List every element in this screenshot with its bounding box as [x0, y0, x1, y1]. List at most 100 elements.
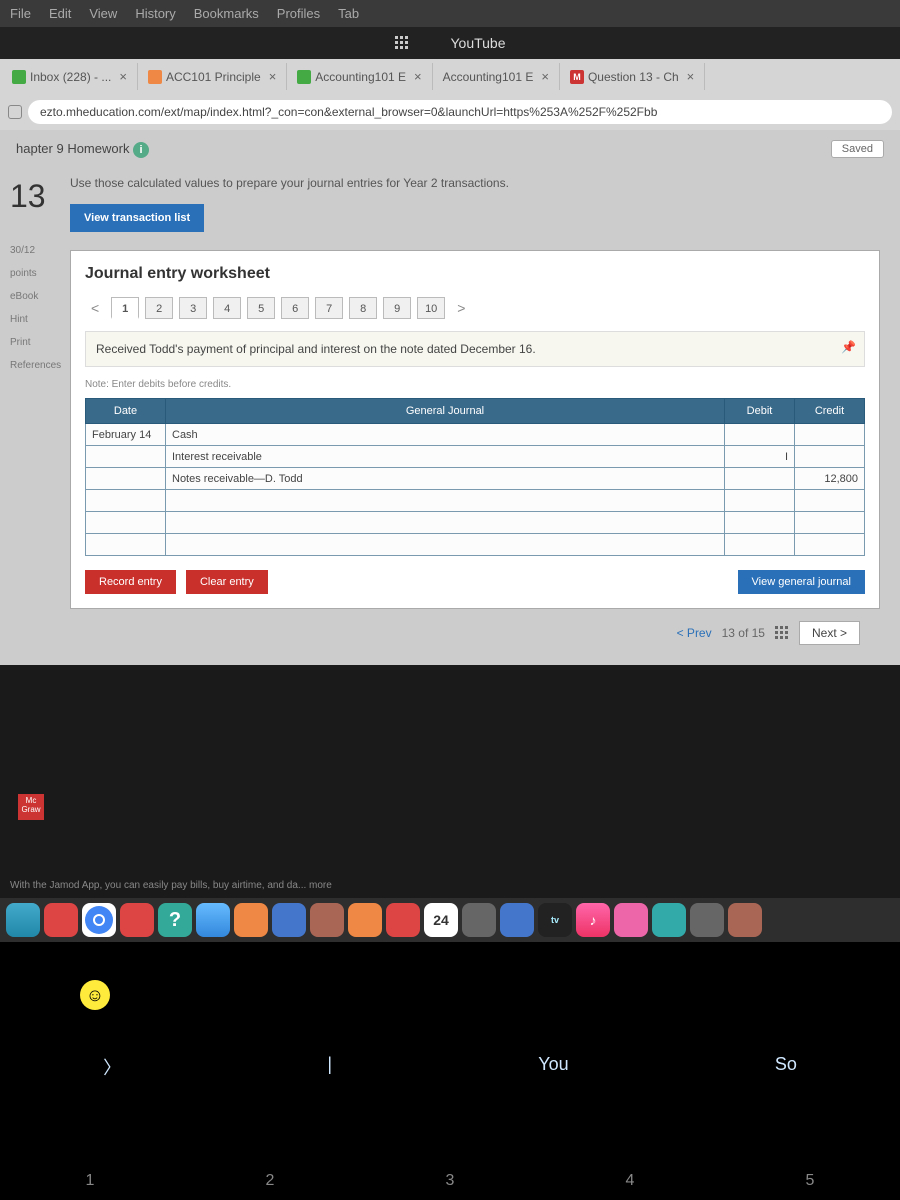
close-icon[interactable]: ×: [414, 69, 422, 84]
dock-app-icon[interactable]: [120, 903, 154, 937]
menu-profiles[interactable]: Profiles: [277, 6, 320, 21]
bookmark-youtube[interactable]: YouTube: [450, 35, 505, 51]
step-4[interactable]: 4: [213, 297, 241, 319]
step-9[interactable]: 9: [383, 297, 411, 319]
apps-grid-icon[interactable]: [394, 35, 410, 51]
cell-account[interactable]: Notes receivable—D. Todd: [166, 468, 725, 490]
dock-app-icon[interactable]: [310, 903, 344, 937]
cell-date[interactable]: [86, 446, 166, 468]
touchbar-key[interactable]: 〉: [103, 1054, 121, 1080]
dock-facetime-icon[interactable]: [386, 903, 420, 937]
question-grid-icon[interactable]: [775, 626, 789, 640]
cell-credit[interactable]: [795, 490, 865, 512]
dock-app-icon[interactable]: [462, 903, 496, 937]
touchbar-key[interactable]: |: [327, 1054, 332, 1080]
tab-accounting-b[interactable]: Accounting101 E ×: [433, 63, 560, 90]
address-input[interactable]: ezto.mheducation.com/ext/map/index.html?…: [28, 100, 892, 124]
cell-account[interactable]: [166, 512, 725, 534]
dock-app-icon[interactable]: [652, 903, 686, 937]
cell-debit[interactable]: I: [725, 446, 795, 468]
menu-view[interactable]: View: [89, 6, 117, 21]
cell-date[interactable]: [86, 468, 166, 490]
close-icon[interactable]: ×: [119, 69, 127, 84]
step-1[interactable]: 1: [111, 297, 139, 319]
dock-app-icon[interactable]: [348, 903, 382, 937]
cell-date[interactable]: February 14: [86, 424, 166, 446]
next-button[interactable]: Next >: [799, 621, 860, 645]
cell-date[interactable]: [86, 512, 166, 534]
cell-credit[interactable]: [795, 424, 865, 446]
browser-tabbar: Inbox (228) - ... × ACC101 Principle × A…: [0, 59, 900, 94]
view-general-journal-button[interactable]: View general journal: [738, 570, 865, 594]
touchbar: 〉 | You So: [0, 1054, 900, 1080]
dock-app-icon[interactable]: [500, 903, 534, 937]
info-icon[interactable]: i: [133, 142, 149, 158]
cell-account[interactable]: Interest receivable: [166, 446, 725, 468]
cell-date[interactable]: [86, 490, 166, 512]
clear-entry-button[interactable]: Clear entry: [186, 570, 268, 594]
step-3[interactable]: 3: [179, 297, 207, 319]
menu-file[interactable]: File: [10, 6, 31, 21]
dock-app-icon[interactable]: [44, 903, 78, 937]
step-7[interactable]: 7: [315, 297, 343, 319]
dock-chrome-icon[interactable]: [82, 903, 116, 937]
pin-icon[interactable]: 📌: [841, 340, 856, 354]
menu-tab[interactable]: Tab: [338, 6, 359, 21]
prev-button[interactable]: < Prev: [677, 626, 712, 640]
cell-debit[interactable]: [725, 534, 795, 556]
dock-mail-icon[interactable]: [196, 903, 230, 937]
step-5[interactable]: 5: [247, 297, 275, 319]
cell-account[interactable]: Cash: [166, 424, 725, 446]
view-transaction-list-button[interactable]: View transaction list: [70, 204, 204, 232]
tab-accounting-a[interactable]: Accounting101 E ×: [287, 63, 432, 90]
tab-label: Accounting101 E: [443, 70, 534, 84]
dock-help-icon[interactable]: ?: [158, 903, 192, 937]
cell-credit[interactable]: [795, 534, 865, 556]
cell-date[interactable]: [86, 534, 166, 556]
key: 4: [626, 1172, 635, 1190]
dock-app-icon[interactable]: [728, 903, 762, 937]
step-6[interactable]: 6: [281, 297, 309, 319]
chevron-left-icon[interactable]: <: [85, 300, 105, 316]
dock-music-icon[interactable]: ♪: [576, 903, 610, 937]
close-icon[interactable]: ×: [687, 69, 695, 84]
dock-app-icon[interactable]: [234, 903, 268, 937]
touchbar-key[interactable]: You: [538, 1054, 568, 1080]
dock-app-icon[interactable]: [614, 903, 648, 937]
side-print[interactable]: Print: [10, 337, 60, 348]
key: 3: [446, 1172, 455, 1190]
side-references[interactable]: References: [10, 360, 60, 371]
step-10[interactable]: 10: [417, 297, 445, 319]
menu-history[interactable]: History: [135, 6, 175, 21]
cell-debit[interactable]: [725, 512, 795, 534]
close-icon[interactable]: ×: [269, 69, 277, 84]
dock-tv-icon[interactable]: tv: [538, 903, 572, 937]
step-8[interactable]: 8: [349, 297, 377, 319]
menu-bookmarks[interactable]: Bookmarks: [194, 6, 259, 21]
dock-calendar-icon[interactable]: 24: [424, 903, 458, 937]
cell-credit[interactable]: [795, 446, 865, 468]
step-2[interactable]: 2: [145, 297, 173, 319]
close-icon[interactable]: ×: [541, 69, 549, 84]
side-hint[interactable]: Hint: [10, 314, 60, 325]
cell-credit[interactable]: 12,800: [795, 468, 865, 490]
dock-app-icon[interactable]: [272, 903, 306, 937]
cell-credit[interactable]: [795, 512, 865, 534]
cell-debit[interactable]: [725, 468, 795, 490]
chevron-right-icon[interactable]: >: [451, 300, 471, 316]
dock-finder-icon[interactable]: [6, 903, 40, 937]
dock-app-icon[interactable]: [690, 903, 724, 937]
tab-question13[interactable]: M Question 13 - Ch ×: [560, 63, 705, 90]
tab-acc101[interactable]: ACC101 Principle ×: [138, 63, 287, 90]
record-entry-button[interactable]: Record entry: [85, 570, 176, 594]
tab-inbox[interactable]: Inbox (228) - ... ×: [2, 63, 138, 90]
touchbar-key[interactable]: So: [775, 1054, 797, 1080]
site-info-icon[interactable]: [8, 105, 22, 119]
cell-account[interactable]: [166, 490, 725, 512]
cell-debit[interactable]: [725, 424, 795, 446]
menu-edit[interactable]: Edit: [49, 6, 71, 21]
side-ebook[interactable]: eBook: [10, 291, 60, 302]
cell-account[interactable]: [166, 534, 725, 556]
cell-debit[interactable]: [725, 490, 795, 512]
assignment-header: hapter 9 Homework i Saved: [0, 130, 900, 168]
